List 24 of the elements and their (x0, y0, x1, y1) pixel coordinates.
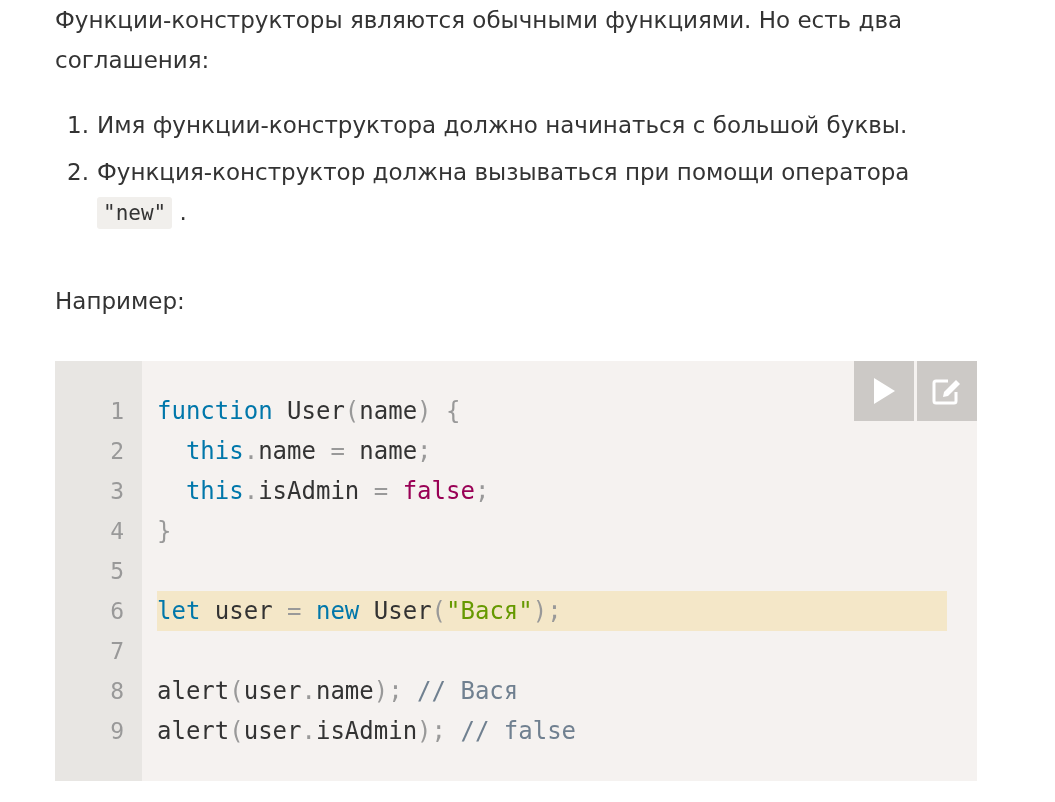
list-item-text: Имя функции-конструктора должно начинаться с большой буквы. (97, 111, 908, 140)
code-line: this.isAdmin = false; (184, 476, 491, 507)
code-line: this.name = name; (184, 436, 433, 467)
line-number: 8 (109, 677, 125, 706)
list-number: 1. (67, 111, 90, 140)
line-number: 2 (109, 437, 125, 466)
line-number: 4 (109, 517, 125, 546)
line-number: 7 (109, 637, 125, 666)
line-number: 5 (109, 557, 125, 586)
play-icon (872, 377, 896, 405)
code-line: function User(name) { (157, 396, 462, 427)
intro-paragraph: Функции-конструкторы являются обычными функциями. Но есть два соглашения: (55, 6, 904, 75)
line-number: 9 (109, 717, 125, 746)
code-line: alert(user.isAdmin); // false (157, 716, 578, 747)
code-line: alert(user.name); // Вася (157, 676, 520, 707)
code-line: } (157, 516, 173, 547)
example-label: Например: (55, 287, 186, 316)
list-number: 2. (67, 158, 90, 187)
run-button[interactable] (854, 361, 914, 421)
line-number: 6 (109, 597, 125, 626)
line-number: 3 (109, 477, 125, 506)
list-item-text: Функция-конструктор должна вызываться при помощи оператора "new" . (97, 152, 977, 233)
line-number: 1 (109, 397, 125, 426)
edit-button[interactable] (917, 361, 977, 421)
